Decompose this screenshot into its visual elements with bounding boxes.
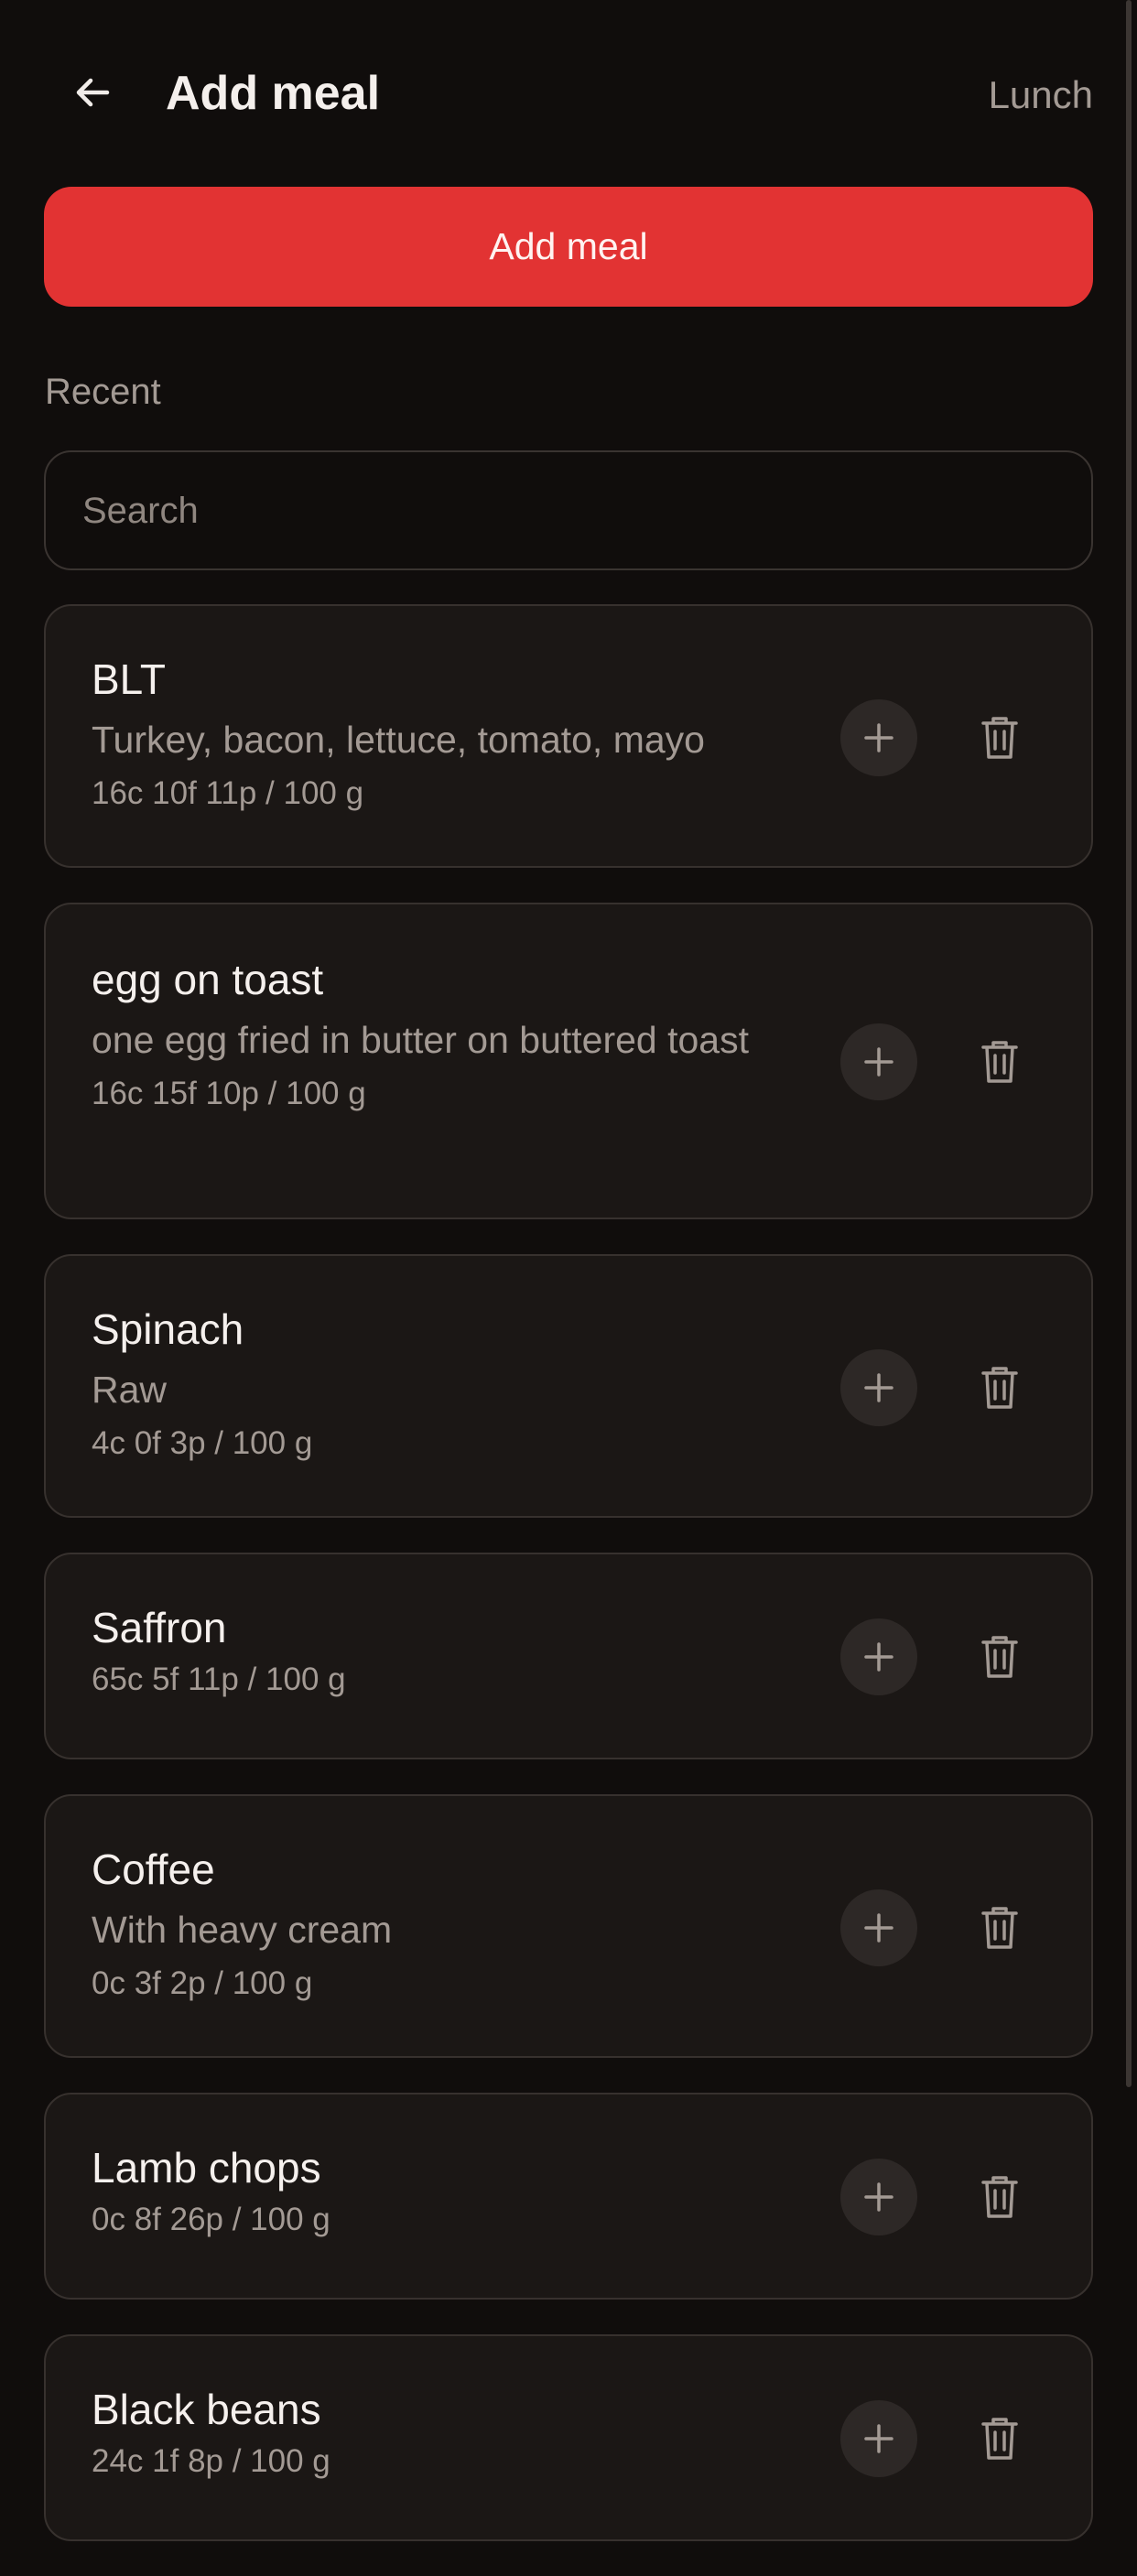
delete-meal-button[interactable] <box>961 2159 1038 2235</box>
meal-description: With heavy cream <box>92 1909 393 1951</box>
meal-type-label[interactable]: Lunch <box>989 70 1093 121</box>
meal-text: Lamb chops 0c 8f 26p / 100 g <box>92 2142 806 2241</box>
meal-text: Coffee With heavy cream 0c 3f 2p / 100 g <box>92 1844 806 2005</box>
add-meal-button[interactable]: Add meal <box>44 187 1093 307</box>
meal-text: Spinach Raw 4c 0f 3p / 100 g <box>92 1304 806 1465</box>
meal-card[interactable]: egg on toast one egg fried in butter on … <box>44 903 1093 1219</box>
meal-macros: 0c 3f 2p / 100 g <box>92 1965 313 2001</box>
plus-icon <box>864 1373 893 1402</box>
meal-text: Saffron 65c 5f 11p / 100 g <box>92 1602 806 1701</box>
meal-card[interactable]: Spinach Raw 4c 0f 3p / 100 g <box>44 1254 1093 1518</box>
plus-icon <box>864 1913 893 1943</box>
meal-macros: 4c 0f 3p / 100 g <box>92 1425 313 1461</box>
page-title: Add meal <box>166 67 381 120</box>
meal-name: BLT <box>92 655 166 703</box>
plus-icon <box>864 723 893 752</box>
meal-macros: 16c 10f 11p / 100 g <box>92 775 364 811</box>
trash-icon <box>981 717 1018 759</box>
trash-icon <box>981 2418 1018 2460</box>
recent-meals-list: BLT Turkey, bacon, lettuce, tomato, mayo… <box>44 604 1093 2576</box>
meal-card[interactable]: BLT Turkey, bacon, lettuce, tomato, mayo… <box>44 604 1093 868</box>
meal-text: BLT Turkey, bacon, lettuce, tomato, mayo… <box>92 654 806 815</box>
search-field[interactable] <box>44 450 1093 570</box>
meal-name: Black beans <box>92 2386 321 2433</box>
delete-meal-button[interactable] <box>961 1618 1038 1695</box>
delete-meal-button[interactable] <box>961 2400 1038 2477</box>
delete-meal-button[interactable] <box>961 1889 1038 1966</box>
add-meal-item-button[interactable] <box>840 2400 917 2477</box>
meal-name: Spinach <box>92 1305 244 1353</box>
meal-macros: 65c 5f 11p / 100 g <box>92 1661 346 1697</box>
plus-icon <box>864 2182 893 2212</box>
recent-section-label: Recent <box>45 372 161 412</box>
trash-icon <box>981 1636 1018 1678</box>
trash-icon <box>981 2176 1018 2218</box>
arrow-left-icon <box>76 78 110 107</box>
delete-meal-button[interactable] <box>961 1023 1038 1100</box>
meal-text: Black beans 24c 1f 8p / 100 g <box>92 2384 806 2483</box>
add-meal-item-button[interactable] <box>840 699 917 776</box>
meal-name: egg on toast <box>92 956 324 1003</box>
delete-meal-button[interactable] <box>961 699 1038 776</box>
meal-description: Turkey, bacon, lettuce, tomato, mayo <box>92 719 705 761</box>
trash-icon <box>981 1907 1018 1949</box>
trash-icon <box>981 1367 1018 1409</box>
meal-description: Raw <box>92 1369 168 1411</box>
meal-macros: 0c 8f 26p / 100 g <box>92 2202 330 2237</box>
meal-card[interactable]: Lamb chops 0c 8f 26p / 100 g <box>44 2093 1093 2300</box>
add-meal-item-button[interactable] <box>840 2159 917 2235</box>
plus-icon <box>864 2424 893 2453</box>
meal-card[interactable]: Saffron 65c 5f 11p / 100 g <box>44 1553 1093 1759</box>
meal-macros: 16c 15f 10p / 100 g <box>92 1076 366 1111</box>
meal-text: egg on toast one egg fried in butter on … <box>92 954 806 1115</box>
trash-icon <box>981 1041 1018 1083</box>
delete-meal-button[interactable] <box>961 1349 1038 1426</box>
plus-icon <box>864 1642 893 1672</box>
meal-name: Lamb chops <box>92 2144 321 2192</box>
plus-icon <box>864 1047 893 1077</box>
meal-card[interactable]: Coffee With heavy cream 0c 3f 2p / 100 g <box>44 1794 1093 2058</box>
add-meal-item-button[interactable] <box>840 1618 917 1695</box>
meal-name: Coffee <box>92 1845 215 1893</box>
add-meal-item-button[interactable] <box>840 1349 917 1426</box>
search-input[interactable] <box>81 452 1055 570</box>
meal-macros: 24c 1f 8p / 100 g <box>92 2443 330 2479</box>
scrollbar[interactable] <box>1126 0 1132 2087</box>
add-meal-item-button[interactable] <box>840 1889 917 1966</box>
meal-card[interactable]: Black beans 24c 1f 8p / 100 g <box>44 2334 1093 2541</box>
back-button[interactable] <box>57 57 128 128</box>
add-meal-item-button[interactable] <box>840 1023 917 1100</box>
app-header: Add meal Lunch <box>0 0 1137 183</box>
meal-description: one egg fried in butter on buttered toas… <box>92 1019 750 1061</box>
meal-name: Saffron <box>92 1604 227 1651</box>
